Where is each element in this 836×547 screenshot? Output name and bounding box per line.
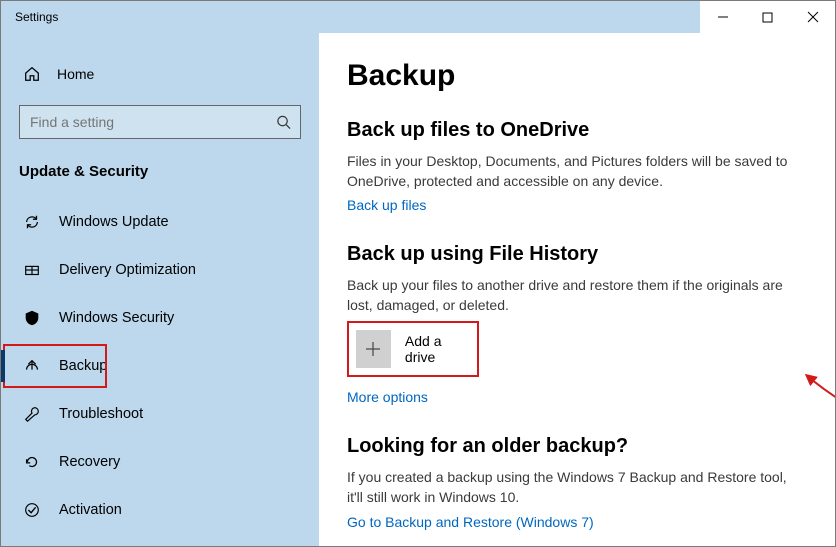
sidebar-item-activation[interactable]: Activation — [1, 486, 319, 534]
sidebar-home[interactable]: Home — [1, 53, 319, 95]
section-older-backup: Looking for an older backup? If you crea… — [347, 435, 807, 529]
sidebar-item-label: Recovery — [59, 454, 120, 470]
link-more-options[interactable]: More options — [347, 389, 428, 405]
plus-icon — [356, 330, 391, 368]
sidebar-item-windows-update[interactable]: Windows Update — [1, 198, 319, 246]
search-wrap — [19, 105, 301, 139]
section-desc-onedrive: Files in your Desktop, Documents, and Pi… — [347, 152, 797, 191]
section-title-onedrive: Back up files to OneDrive — [347, 119, 807, 142]
window-controls — [700, 1, 835, 33]
sync-icon — [23, 213, 41, 231]
link-backup-and-restore[interactable]: Go to Backup and Restore (Windows 7) — [347, 514, 594, 530]
maximize-button[interactable] — [745, 1, 790, 33]
section-title-file-history: Back up using File History — [347, 243, 807, 266]
sidebar-item-label: Delivery Optimization — [59, 262, 196, 278]
section-file-history: Back up using File History Back up your … — [347, 243, 807, 405]
sidebar-item-delivery-optimization[interactable]: Delivery Optimization — [1, 246, 319, 294]
sidebar-item-recovery[interactable]: Recovery — [1, 438, 319, 486]
minimize-button[interactable] — [700, 1, 745, 33]
home-icon — [23, 65, 41, 83]
close-button[interactable] — [790, 1, 835, 33]
search-input[interactable] — [19, 105, 301, 139]
sidebar-item-windows-security[interactable]: Windows Security — [1, 294, 319, 342]
sidebar-item-label: Backup — [59, 358, 107, 374]
sidebar-category: Update & Security — [1, 157, 319, 198]
annotation-highlight-add-drive: Add a drive — [347, 321, 479, 377]
sidebar-item-label: Troubleshoot — [59, 406, 143, 422]
backup-icon — [23, 357, 41, 375]
section-desc-file-history: Back up your files to another drive and … — [347, 276, 797, 315]
shield-icon — [23, 309, 41, 327]
activation-icon — [23, 501, 41, 519]
body: Home Update & Security Windows Update — [1, 33, 835, 546]
sidebar-item-label: Activation — [59, 502, 122, 518]
window-title: Settings — [15, 10, 58, 24]
main-panel: Backup Back up files to OneDrive Files i… — [319, 33, 835, 546]
sidebar-home-label: Home — [57, 66, 94, 82]
settings-window: Settings Home — [0, 0, 836, 547]
sidebar: Home Update & Security Windows Update — [1, 33, 319, 546]
add-drive-button[interactable]: Add a drive — [352, 326, 474, 372]
sidebar-item-label: Windows Security — [59, 310, 174, 326]
sidebar-item-troubleshoot[interactable]: Troubleshoot — [1, 390, 319, 438]
nav-list: Windows Update Delivery Optimization Win… — [1, 198, 319, 534]
page-title: Backup — [347, 59, 807, 93]
delivery-icon — [23, 261, 41, 279]
titlebar: Settings — [1, 1, 835, 33]
sidebar-item-label: Windows Update — [59, 214, 169, 230]
section-onedrive: Back up files to OneDrive Files in your … — [347, 119, 807, 213]
search-icon — [276, 115, 291, 130]
wrench-icon — [23, 405, 41, 423]
section-desc-older-backup: If you created a backup using the Window… — [347, 468, 797, 507]
recovery-icon — [23, 453, 41, 471]
link-backup-files[interactable]: Back up files — [347, 197, 426, 213]
add-drive-label: Add a drive — [405, 333, 470, 365]
sidebar-item-backup[interactable]: Backup — [1, 342, 109, 390]
section-title-older-backup: Looking for an older backup? — [347, 435, 807, 458]
